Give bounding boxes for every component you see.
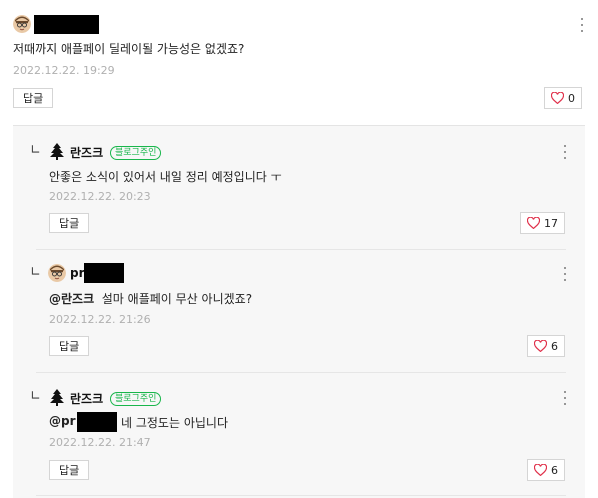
reply-author[interactable]: 란즈크 xyxy=(70,390,103,407)
reply-text: 설마 애플페이 무산 아니겠죠? xyxy=(101,292,253,306)
more-icon xyxy=(564,391,566,393)
reply-divider xyxy=(36,372,566,373)
author-name-redacted xyxy=(34,15,99,34)
reply-button[interactable]: 답글 xyxy=(49,336,90,356)
reply-text: 안좋은 소식이 있어서 내일 정리 예정입니다 ㅜ xyxy=(49,170,282,184)
like-button[interactable]: 6 xyxy=(527,335,565,357)
reply-button[interactable]: 답글 xyxy=(49,213,90,233)
reply-date: 2022.12.22. 20:23 xyxy=(49,190,151,203)
reply-author[interactable]: pr xyxy=(70,266,85,280)
more-options-button[interactable] xyxy=(580,18,584,32)
author-name-redacted xyxy=(84,263,124,283)
more-options-button[interactable] xyxy=(563,145,567,159)
mention-redacted xyxy=(77,412,117,432)
reply-date: 2022.12.22. 21:26 xyxy=(49,313,151,326)
reply-date: 2022.12.22. 21:47 xyxy=(49,436,151,449)
like-count: 6 xyxy=(551,463,558,477)
tree-icon xyxy=(48,388,66,406)
reply-text: 네 그정도는 아닙니다 xyxy=(121,416,228,430)
more-icon xyxy=(564,145,566,147)
reply-button[interactable]: 답글 xyxy=(13,88,54,108)
mention[interactable]: @pr xyxy=(49,414,76,428)
heart-icon xyxy=(527,217,540,229)
heart-icon xyxy=(534,464,547,476)
comment-date: 2022.12.22. 19:29 xyxy=(13,64,115,77)
reply-indent-icon: ∟ xyxy=(30,389,41,404)
avatar-icon xyxy=(48,264,66,282)
heart-icon xyxy=(534,340,547,352)
owner-badge: 블로그주인 xyxy=(110,392,162,406)
more-options-button[interactable] xyxy=(563,267,567,281)
like-button[interactable]: 0 xyxy=(544,87,582,109)
reply-body: @pr xyxy=(49,414,76,428)
reply-button[interactable]: 답글 xyxy=(49,460,90,480)
replies-section: ∟ 란즈크 블로그주인 안좋은 소식이 있어서 내일 정리 예정입니다 ㅜ 20… xyxy=(13,125,585,498)
reply-body: @란즈크 설마 애플페이 무산 아니겠죠? xyxy=(49,290,252,307)
reply-indent-icon: ∟ xyxy=(30,143,41,158)
heart-icon xyxy=(551,92,564,104)
commenter-avatar[interactable] xyxy=(13,15,31,33)
like-count: 0 xyxy=(568,91,575,105)
avatar-icon xyxy=(13,15,31,33)
reply-divider xyxy=(36,495,566,496)
more-icon xyxy=(581,18,583,20)
like-button[interactable]: 6 xyxy=(527,459,565,481)
like-count: 17 xyxy=(544,216,558,230)
mention[interactable]: @란즈크 xyxy=(49,292,94,306)
comment-text: 저때까지 애플페이 딜레이될 가능성은 없겠죠? xyxy=(13,42,245,56)
owner-badge: 블로그주인 xyxy=(110,146,162,160)
more-icon xyxy=(564,267,566,269)
reply-divider xyxy=(36,249,566,250)
reply-indent-icon: ∟ xyxy=(30,265,41,280)
like-button[interactable]: 17 xyxy=(520,212,565,234)
reply-avatar[interactable] xyxy=(48,264,66,282)
reply-author[interactable]: 란즈크 xyxy=(70,144,103,161)
tree-icon xyxy=(48,142,66,160)
more-options-button[interactable] xyxy=(563,391,567,405)
like-count: 6 xyxy=(551,339,558,353)
